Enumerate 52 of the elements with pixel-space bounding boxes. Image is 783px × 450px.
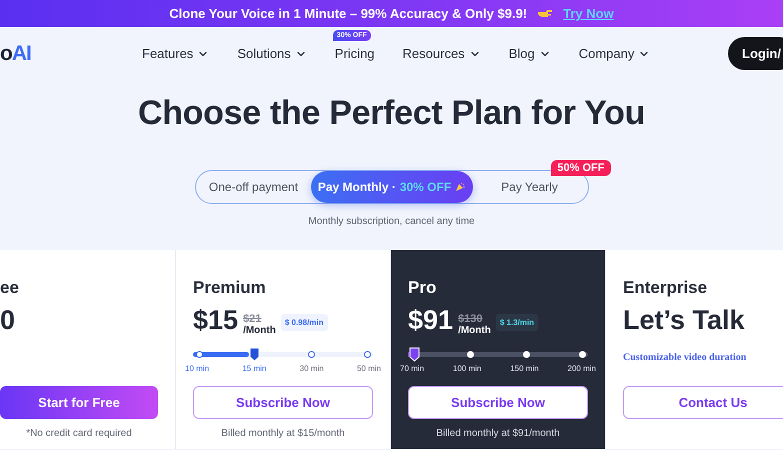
slider-label: 50 min (356, 364, 381, 373)
billing-note: Billed monthly at $91/month (435, 428, 561, 440)
slider-label: 70 min (400, 364, 424, 373)
plan-name: Enterprise (623, 278, 708, 298)
plan-name: Pro (408, 278, 438, 298)
slider-label: 10 min (185, 364, 210, 373)
per-minute-rate: $ 1.3/min (496, 314, 538, 330)
billing-option[interactable]: Pay Monthly · 30% OFF (310, 171, 472, 203)
slider-stop[interactable] (364, 351, 370, 358)
login-button[interactable]: Login/ (728, 37, 783, 70)
slider-thumb[interactable] (408, 347, 420, 362)
price-unit: /Month (458, 325, 491, 336)
slider-track[interactable] (193, 347, 373, 362)
plan-name: Premium (193, 278, 267, 298)
billing-note: Billed monthly at $15/month (220, 428, 346, 440)
old-price: $21 (243, 313, 262, 325)
plan-description: Customizable video duration (623, 352, 748, 363)
plan-name: ee (0, 278, 20, 298)
old-price: $130 (458, 313, 484, 325)
nav-item[interactable]: Resources (388, 46, 495, 61)
plan-button[interactable]: Subscribe Now (408, 386, 588, 419)
price-unit: /Month (243, 325, 276, 336)
logo[interactable]: oAI (0, 42, 128, 66)
plan-price: $15 (193, 304, 238, 336)
slider-label: 30 min (300, 364, 324, 373)
per-minute-rate: $ 0.98/min (280, 314, 328, 330)
page-heading: Choose the Perfect Plan for You (136, 94, 646, 133)
plan-price: 0 (0, 304, 16, 336)
slider-stop[interactable] (196, 351, 202, 358)
plan-button[interactable]: Subscribe Now (193, 386, 373, 419)
slider-label: 150 min (510, 364, 539, 373)
slider-label: 15 min (242, 364, 266, 373)
plan-button[interactable]: Contact Us (623, 386, 783, 419)
slider-thumb[interactable] (249, 347, 260, 362)
nav-item[interactable]: Company (564, 46, 664, 61)
nav-item[interactable]: Features (128, 46, 224, 61)
promo-text: Clone Your Voice in 1 Minute – 99% Accuracy & Only $9.9! (169, 6, 528, 21)
plan-price: Let’s Talk (623, 304, 745, 336)
pointing-hand-icon (537, 8, 554, 19)
billing-note: *No credit card required (25, 428, 133, 440)
discount-badge: 50% OFF (551, 160, 610, 176)
plan-price: $91 (408, 304, 454, 336)
slider-label: 100 min (452, 364, 482, 373)
nav-item[interactable]: Solutions (223, 46, 321, 61)
billing-note: Monthly subscription, cancel any time (307, 216, 476, 227)
party-popper-icon (455, 182, 466, 192)
slider-label: 200 min (568, 364, 596, 373)
plan-button[interactable]: Start for Free (0, 386, 158, 419)
billing-option[interactable]: One-off payment (196, 171, 310, 203)
slider-stop[interactable] (308, 351, 314, 358)
slider-track[interactable] (408, 347, 588, 362)
nav-item[interactable]: Blog (494, 46, 565, 61)
